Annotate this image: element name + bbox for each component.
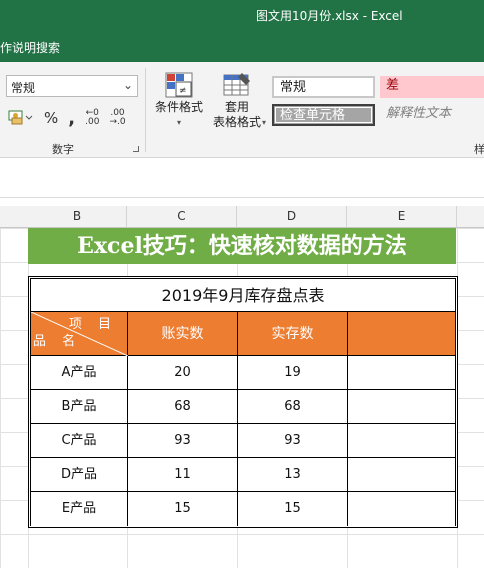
format-as-table-button[interactable]: 套用 表格格式 bbox=[208, 72, 266, 130]
column-header-c[interactable]: C bbox=[127, 206, 237, 228]
tell-me-search[interactable]: 作说明搜索 bbox=[0, 39, 60, 56]
ribbon: 常规 ⌄ % , ←0.00 .00 →.0 数字 ≠ 条件格式 ▾ 套用 表格… bbox=[0, 62, 484, 158]
header-item-label: 项 目 bbox=[68, 317, 117, 332]
row-book[interactable]: 15 bbox=[128, 492, 238, 526]
svg-text:≠: ≠ bbox=[179, 86, 187, 96]
column-header-b[interactable]: B bbox=[28, 206, 127, 228]
row-empty[interactable] bbox=[348, 458, 455, 492]
table-title[interactable]: 2019年9月库存盘点表 bbox=[31, 279, 455, 312]
format-table-label-1: 套用 bbox=[224, 100, 249, 114]
row-name[interactable]: A产品 bbox=[31, 356, 128, 390]
row-book[interactable]: 93 bbox=[128, 424, 238, 458]
caret-down-icon: ▾ bbox=[262, 118, 267, 127]
row-book[interactable]: 20 bbox=[128, 356, 238, 390]
header-book-qty[interactable]: 账实数 bbox=[128, 312, 238, 356]
row-actual[interactable]: 13 bbox=[238, 458, 348, 492]
accounting-format-icon[interactable] bbox=[8, 108, 34, 129]
row-name[interactable]: D产品 bbox=[31, 458, 128, 492]
styles-group-label: 样 bbox=[474, 143, 484, 156]
percent-style-icon[interactable]: % bbox=[44, 109, 58, 127]
header-empty[interactable] bbox=[348, 312, 455, 356]
format-table-icon bbox=[222, 72, 252, 98]
caret-down-icon: ▾ bbox=[176, 118, 181, 127]
title-bar: 图文用10月份.xlsx - Excel bbox=[0, 0, 484, 30]
row-empty[interactable] bbox=[348, 390, 455, 424]
row-book[interactable]: 11 bbox=[128, 458, 238, 492]
window-title: 图文用10月份.xlsx - Excel bbox=[256, 9, 403, 23]
conditional-format-label: 条件格式 bbox=[154, 100, 203, 114]
style-explanatory-text[interactable]: 解释性文本 bbox=[380, 104, 484, 126]
style-bad[interactable]: 差 bbox=[380, 76, 484, 98]
row-book[interactable]: 68 bbox=[128, 390, 238, 424]
column-header-e[interactable]: E bbox=[347, 206, 457, 228]
row-actual[interactable]: 15 bbox=[238, 492, 348, 526]
row-name[interactable]: C产品 bbox=[31, 424, 128, 458]
column-header-d[interactable]: D bbox=[237, 206, 347, 228]
row-actual[interactable]: 93 bbox=[238, 424, 348, 458]
comma-style-icon[interactable]: , bbox=[68, 108, 75, 129]
decrease-decimal-icon[interactable]: .00 →.0 bbox=[109, 109, 125, 127]
worksheet-grid[interactable]: B C D E Excel技巧：快速核对数据的方法 2019年9月库存盘点表 项… bbox=[0, 198, 484, 568]
menu-bar: 作说明搜索 bbox=[0, 30, 484, 62]
conditional-format-icon: ≠ bbox=[164, 72, 194, 98]
dialog-launcher-icon[interactable] bbox=[133, 146, 139, 152]
row-name[interactable]: E产品 bbox=[31, 492, 128, 526]
row-empty[interactable] bbox=[348, 424, 455, 458]
number-buttons-row: % , ←0.00 .00 →.0 bbox=[8, 106, 126, 130]
style-check-cell[interactable]: 检查单元格 bbox=[272, 104, 375, 126]
format-table-label-2: 表格格式 bbox=[212, 115, 261, 129]
inventory-table: 2019年9月库存盘点表 项 目 品 名 账实数 实存数 A产品 20 19 B… bbox=[28, 276, 458, 528]
number-format-dropdown[interactable]: 常规 ⌄ bbox=[6, 75, 138, 97]
header-diagonal-cell[interactable]: 项 目 品 名 bbox=[31, 312, 128, 356]
row-empty[interactable] bbox=[348, 356, 455, 390]
number-group-label: 数字 bbox=[52, 143, 74, 156]
ribbon-separator bbox=[145, 68, 146, 152]
row-actual[interactable]: 19 bbox=[238, 356, 348, 390]
row-name[interactable]: B产品 bbox=[31, 390, 128, 424]
style-normal[interactable]: 常规 bbox=[272, 76, 375, 98]
banner-title[interactable]: Excel技巧：快速核对数据的方法 bbox=[28, 228, 456, 264]
formula-area bbox=[0, 158, 484, 198]
header-name-label: 品 名 bbox=[33, 334, 82, 349]
conditional-formatting-button[interactable]: ≠ 条件格式 ▾ bbox=[154, 72, 204, 130]
row-empty[interactable] bbox=[348, 492, 455, 526]
header-actual-qty[interactable]: 实存数 bbox=[238, 312, 348, 356]
chevron-down-icon: ⌄ bbox=[122, 78, 133, 92]
number-format-value: 常规 bbox=[11, 81, 36, 95]
row-actual[interactable]: 68 bbox=[238, 390, 348, 424]
increase-decimal-icon[interactable]: ←0.00 bbox=[85, 109, 99, 127]
